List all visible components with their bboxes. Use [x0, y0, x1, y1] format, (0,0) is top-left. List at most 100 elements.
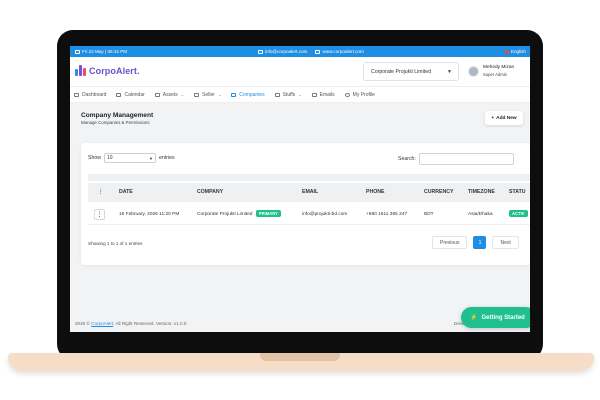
column-header-company[interactable]: COMPANY: [197, 189, 223, 195]
mail-icon: [311, 92, 317, 97]
nav-item-emails[interactable]: Emails: [311, 91, 335, 98]
logo-text: CorpoAlert.: [89, 65, 140, 76]
nav-label: Emails: [319, 91, 335, 98]
calendar-icon: [116, 92, 122, 97]
table-row[interactable]: ⋮ 16 February, 2026 11:20 PM Corporate P…: [88, 205, 530, 225]
table-filter-row: [88, 174, 530, 181]
page-length-select[interactable]: 10 ▼: [103, 153, 156, 163]
nav-item-companies[interactable]: Companies: [231, 92, 265, 98]
topbar-contact: info@corpoalert.com www.corpoalert.com: [258, 49, 364, 54]
cell-status: ACTIV: [509, 210, 528, 217]
page-subtitle: Manage Companies & Permissions: [81, 120, 150, 125]
footer-text: . All Right Reserved. Version: v1.0.0: [113, 321, 187, 326]
nav-label: Stuffs: [282, 91, 296, 98]
avatar: [468, 65, 479, 77]
topbar-email[interactable]: info@corpoalert.com: [258, 49, 307, 54]
cell-phone: +880 1611 365 247: [366, 212, 408, 217]
user-info: Mehedy Mizan Super Admin: [483, 64, 514, 78]
cell-currency: BDT: [424, 212, 434, 217]
column-header-date[interactable]: DATE: [119, 189, 133, 195]
actions-column-icon: ⋮: [98, 189, 104, 195]
cell-email: info@projukti-bd.com: [302, 212, 348, 217]
topbar-website[interactable]: www.corpoalert.com: [315, 49, 364, 54]
top-info-bar: Fri 22 May | 05:42 PM info@corpoalert.co…: [70, 46, 530, 57]
page-length-value: 10: [106, 155, 113, 161]
main-nav: Dashboard Calendar Assets ⌄ Seller ⌄ Com…: [70, 87, 530, 103]
nav-item-my-profile[interactable]: My Profile: [344, 91, 375, 98]
nav-label: Dashboard: [82, 91, 107, 98]
language-switch[interactable]: English: [504, 49, 526, 54]
primary-badge: PRIMARY: [255, 210, 281, 217]
user-icon: [344, 92, 350, 97]
chevron-down-icon: ⌄: [298, 92, 302, 97]
table-header: ⋮ DATE COMPANY EMAIL PHONE CURRENCY TIME…: [88, 183, 530, 202]
nav-label: Assets: [162, 91, 178, 98]
plus-icon: +: [491, 115, 495, 121]
chevron-down-icon: ⌄: [217, 92, 222, 97]
nav-item-calendar[interactable]: Calendar: [116, 91, 145, 98]
topbar-datetime: Fri 22 May | 05:42 PM: [75, 49, 127, 54]
table-search: Search:: [398, 153, 514, 165]
dashboard-icon: [74, 92, 79, 97]
logo[interactable]: CorpoAlert.: [75, 65, 140, 76]
nav-label: My Profile: [352, 91, 375, 98]
app-header: CorpoAlert. Corporate Projukti Limited ▼…: [70, 57, 530, 87]
column-header-phone[interactable]: PHONE: [366, 189, 384, 195]
add-new-label: Add New: [496, 115, 517, 121]
datetime-text: Fri 22 May | 05:42 PM: [82, 49, 128, 54]
companies-icon: [231, 92, 237, 97]
seller-icon: [194, 92, 200, 97]
getting-started-button[interactable]: ⚡ Getting Started: [461, 307, 530, 328]
cell-date: 16 February, 2026 11:20 PM: [119, 212, 180, 217]
status-badge: ACTIV: [509, 210, 528, 217]
nav-item-assets[interactable]: Assets ⌄: [154, 91, 185, 98]
nav-item-stuffs[interactable]: Stuffs ⌄: [274, 91, 302, 98]
chevron-down-icon: ▼: [447, 68, 452, 75]
chevron-down-icon: ▼: [149, 155, 153, 161]
stage: Fri 22 May | 05:42 PM info@corpoalert.co…: [0, 0, 600, 400]
company-name: Corporate Projukti Limited: [197, 212, 253, 217]
user-name: Mehedy Mizan: [483, 65, 515, 70]
nav-item-dashboard[interactable]: Dashboard: [74, 92, 106, 98]
getting-started-label: Getting Started: [481, 314, 525, 321]
calendar-icon: [75, 49, 80, 54]
pagination: Previous 1 Next: [432, 236, 519, 249]
company-select[interactable]: Corporate Projukti Limited ▼: [363, 62, 459, 81]
footer-year: 2026 ©: [75, 321, 90, 326]
previous-button[interactable]: Previous: [432, 236, 468, 249]
column-header-timezone[interactable]: TIMEZONE: [468, 189, 495, 195]
companies-table-card: Show 10 ▼ entries Search: ⋮ DATE COMPANY…: [81, 143, 530, 265]
add-new-button[interactable]: + Add New: [485, 111, 523, 125]
search-label: Search:: [398, 156, 416, 162]
page-header: Company Management Manage Companies & Pe…: [70, 103, 530, 129]
topbar-website-text: www.corpoalert.com: [322, 49, 364, 54]
next-button[interactable]: Next: [492, 236, 519, 249]
user-role: Super Admin: [483, 72, 507, 77]
company-select-value: Corporate Projukti Limited: [371, 68, 431, 75]
column-header-email[interactable]: EMAIL: [302, 189, 318, 195]
page-title: Company Management: [81, 112, 154, 119]
globe-icon: [315, 49, 321, 54]
footer-brand-link[interactable]: CorpoAlert: [91, 321, 113, 326]
logo-mark-icon: [75, 65, 86, 76]
flag-icon: [504, 49, 509, 54]
mail-icon: [258, 49, 263, 54]
show-label: Show: [88, 155, 101, 161]
bolt-icon: ⚡: [470, 315, 478, 321]
entries-label: entries: [158, 155, 175, 161]
laptop-notch: [260, 353, 340, 361]
nav-label: Calendar: [124, 91, 145, 98]
page-1-button[interactable]: 1: [473, 236, 487, 249]
row-actions-button[interactable]: ⋮: [94, 209, 105, 220]
users-icon: [274, 92, 280, 97]
column-header-currency[interactable]: CURRENCY: [424, 189, 453, 195]
chevron-down-icon: ⌄: [180, 92, 185, 97]
column-header-status[interactable]: STATU: [509, 189, 526, 195]
cell-company: Corporate Projukti Limited PRIMARY: [197, 210, 281, 217]
nav-label: Seller: [202, 91, 215, 98]
nav-item-seller[interactable]: Seller ⌄: [194, 92, 221, 98]
user-menu[interactable]: Mehedy Mizan Super Admin: [468, 64, 514, 78]
search-input[interactable]: [418, 153, 514, 165]
app-screen: Fri 22 May | 05:42 PM info@corpoalert.co…: [70, 46, 530, 332]
cell-timezone: Asia/Dhaka: [468, 212, 493, 217]
